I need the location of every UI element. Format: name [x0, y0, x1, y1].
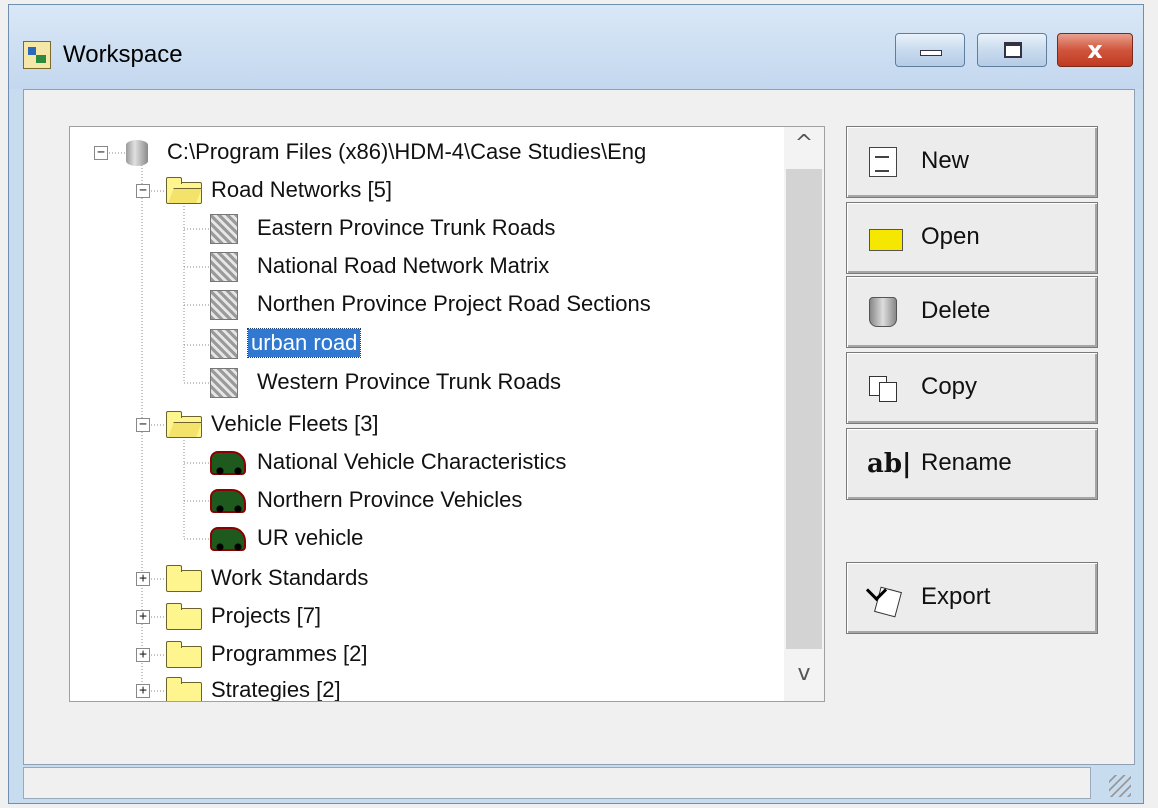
tree-root-label[interactable]: C:\Program Files (x86)\HDM-4\Case Studie… — [164, 138, 649, 166]
resize-grip-icon[interactable] — [1109, 775, 1131, 797]
minimize-button[interactable] — [895, 33, 965, 67]
vehicle-icon — [210, 451, 246, 475]
folder-icon — [166, 677, 202, 701]
vehicle-icon — [210, 489, 246, 513]
tree-leaf-label[interactable]: Northern Province Vehicles — [254, 486, 525, 514]
new-document-icon — [869, 147, 897, 177]
collapse-toggle[interactable]: − — [94, 146, 108, 160]
scroll-up-icon[interactable]: ^ — [784, 131, 824, 167]
road-network-icon — [210, 290, 238, 320]
expand-toggle[interactable]: + — [136, 610, 150, 624]
road-network-icon — [210, 214, 238, 244]
selected-tree-leaf-label[interactable]: urban road — [246, 328, 362, 358]
tree-leaf-label[interactable]: Western Province Trunk Roads — [254, 368, 564, 396]
tree-node-label[interactable]: Road Networks [5] — [208, 176, 395, 204]
folder-icon — [166, 565, 202, 592]
tree-leaf-label[interactable]: Eastern Province Trunk Roads — [254, 214, 558, 242]
export-button[interactable]: Export — [846, 562, 1098, 634]
folder-icon — [166, 603, 202, 630]
tree-node-label[interactable]: Projects [7] — [208, 602, 324, 630]
open-folder-icon — [166, 411, 202, 438]
tree-node-label[interactable]: Strategies [2] — [208, 676, 344, 701]
tree-leaf-label[interactable]: UR vehicle — [254, 524, 366, 552]
open-button-label: Open — [921, 223, 980, 250]
tree-leaf-label[interactable]: Northen Province Project Road Sections — [254, 290, 654, 318]
delete-button-label: Delete — [921, 297, 991, 324]
road-network-icon — [210, 368, 238, 398]
workspace-tree[interactable]: − C:\Program Files (x86)\HDM-4\Case Stud… — [69, 126, 825, 702]
scrollbar-thumb[interactable] — [786, 169, 822, 649]
title-bar[interactable]: Workspace x — [9, 5, 1143, 89]
tree-node-label[interactable]: Programmes [2] — [208, 640, 371, 668]
scroll-down-icon[interactable]: v — [784, 661, 824, 697]
tree-node-label[interactable]: Work Standards — [208, 564, 371, 592]
rename-button-label: Rename — [921, 449, 1012, 476]
delete-button[interactable]: Delete — [846, 276, 1098, 348]
maximize-button[interactable] — [977, 33, 1047, 67]
road-network-icon — [210, 329, 238, 359]
minimize-icon — [920, 50, 942, 56]
database-icon — [126, 140, 148, 166]
vehicle-icon — [210, 527, 246, 551]
close-icon: x — [1087, 36, 1103, 64]
export-icon — [869, 583, 899, 613]
open-folder-icon — [869, 229, 903, 251]
workspace-window: Workspace x − C:\Program Files (x86)\HDM… — [8, 4, 1144, 804]
new-button-label: New — [921, 147, 970, 174]
maximize-icon — [1004, 42, 1022, 58]
collapse-toggle[interactable]: − — [136, 184, 150, 198]
status-bar — [23, 767, 1091, 799]
copy-button-label: Copy — [921, 373, 978, 400]
open-button[interactable]: Open — [846, 202, 1098, 274]
trash-icon — [869, 297, 897, 327]
export-button-label: Export — [921, 583, 991, 610]
copy-button[interactable]: Copy — [846, 352, 1098, 424]
client-area: − C:\Program Files (x86)\HDM-4\Case Stud… — [23, 89, 1135, 765]
tree-leaf-label[interactable]: National Vehicle Characteristics — [254, 448, 569, 476]
tree-vertical-scrollbar[interactable]: ^ v — [784, 127, 824, 701]
expand-toggle[interactable]: + — [136, 648, 150, 662]
window-title: Workspace — [63, 41, 183, 68]
copy-icon — [869, 376, 899, 402]
tree-node-label[interactable]: Vehicle Fleets [3] — [208, 410, 382, 438]
expand-toggle[interactable]: + — [136, 572, 150, 586]
workspace-app-icon — [23, 41, 51, 69]
road-network-icon — [210, 252, 238, 282]
folder-icon — [166, 641, 202, 668]
tree-leaf-label[interactable]: National Road Network Matrix — [254, 252, 552, 280]
collapse-toggle[interactable]: − — [136, 418, 150, 432]
close-button[interactable]: x — [1057, 33, 1133, 67]
rename-icon: ab| — [867, 449, 912, 479]
rename-button[interactable]: ab| Rename — [846, 428, 1098, 500]
expand-toggle[interactable]: + — [136, 684, 150, 698]
open-folder-icon — [166, 177, 202, 204]
new-button[interactable]: New — [846, 126, 1098, 198]
